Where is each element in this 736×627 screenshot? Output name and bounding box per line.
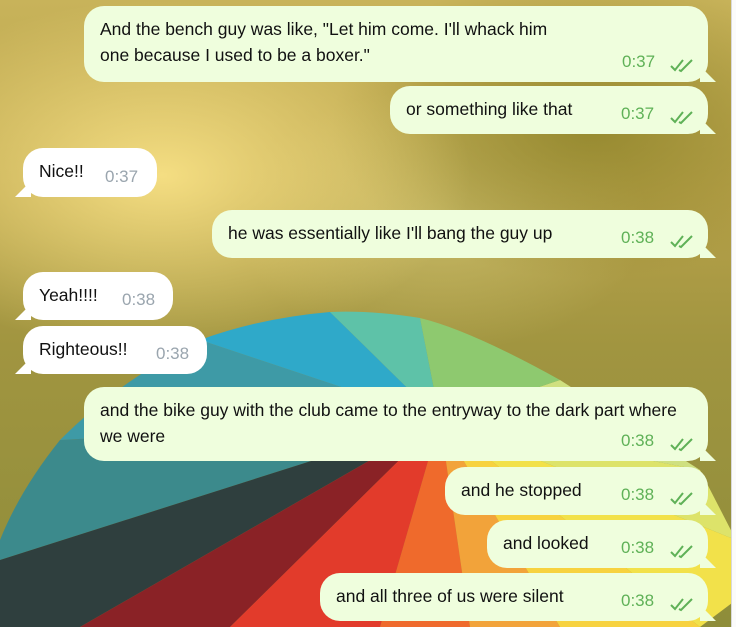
message-time: 0:38	[621, 591, 655, 610]
double-check-icon	[670, 438, 693, 452]
message-outgoing[interactable]: and looked 0:38	[487, 520, 708, 568]
message-text: and the bike guy with the club came to t…	[100, 400, 677, 446]
message-outgoing[interactable]: or something like that 0:37	[390, 86, 708, 134]
message-outgoing[interactable]: And the bench guy was like, "Let him com…	[84, 6, 708, 82]
message-incoming[interactable]: Righteous!! 0:38	[23, 326, 207, 374]
double-check-icon	[670, 545, 693, 559]
message-outgoing[interactable]: and all three of us were silent 0:38	[320, 573, 708, 621]
double-check-icon	[670, 59, 693, 73]
message-time: 0:38	[621, 228, 655, 247]
message-outgoing[interactable]: and the bike guy with the club came to t…	[84, 387, 708, 461]
message-list[interactable]: And the bench guy was like, "Let him com…	[0, 0, 736, 627]
message-text: Yeah!!!!	[39, 285, 98, 305]
message-time: 0:37	[621, 104, 655, 123]
message-outgoing[interactable]: he was essentially like I'll bang the gu…	[212, 210, 708, 258]
double-check-icon	[670, 598, 693, 612]
message-time: 0:38	[122, 290, 156, 309]
double-check-icon	[670, 111, 693, 125]
message-text: or something like that	[406, 99, 573, 119]
message-incoming[interactable]: Yeah!!!! 0:38	[23, 272, 173, 320]
message-text: Righteous!!	[39, 339, 128, 359]
message-time: 0:37	[622, 52, 656, 71]
message-text: Nice!!	[39, 161, 84, 181]
message-text: he was essentially like I'll bang the gu…	[228, 223, 553, 243]
message-incoming[interactable]: Nice!! 0:37	[23, 148, 157, 197]
message-text: and he stopped	[461, 480, 582, 500]
message-text: and looked	[503, 533, 589, 553]
message-time: 0:38	[621, 485, 655, 504]
message-text: And the bench guy was like, "Let him com…	[100, 19, 548, 65]
message-time: 0:38	[621, 538, 655, 557]
message-time: 0:38	[621, 431, 655, 450]
message-time: 0:37	[105, 167, 139, 186]
message-outgoing[interactable]: and he stopped 0:38	[445, 467, 708, 515]
message-text: and all three of us were silent	[336, 586, 564, 606]
double-check-icon	[670, 492, 693, 506]
message-time: 0:38	[156, 344, 190, 363]
double-check-icon	[670, 235, 693, 249]
